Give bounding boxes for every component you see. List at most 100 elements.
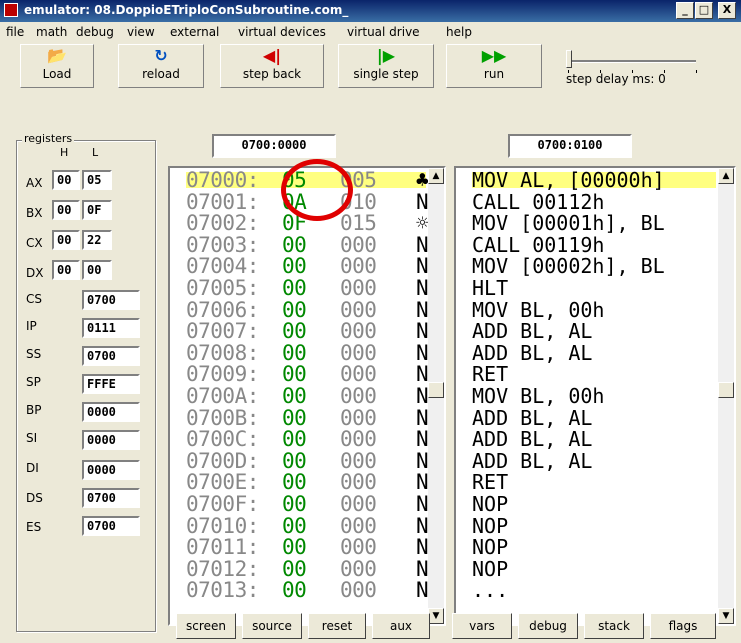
disassembly-row[interactable]: ADD BL, AL	[472, 343, 716, 363]
disassembly-row[interactable]: MOV BL, 00h	[472, 300, 716, 320]
disassembly-row[interactable]: NOP	[472, 537, 716, 557]
flags-button[interactable]: flags	[650, 613, 716, 639]
register-bp-field[interactable]: 0000	[82, 402, 140, 422]
menu-virtual-devices[interactable]: virtual devices	[238, 25, 326, 39]
disassembly-row[interactable]: MOV [00001h], BL	[472, 213, 716, 233]
memory-address: 0700A:	[186, 384, 259, 408]
register-ah-field[interactable]: 00	[52, 170, 80, 190]
register-dl-field[interactable]: 00	[82, 260, 112, 280]
registers-group-title: registers	[22, 132, 75, 145]
step-delay-slider-track[interactable]	[568, 60, 696, 63]
disassembly-panel[interactable]: MOV AL, [00000h] CALL 00112h MOV [00001h],…	[454, 166, 736, 626]
menu-file[interactable]: file	[6, 25, 24, 39]
memory-decimal-value: 000	[340, 276, 377, 300]
disassembly-row[interactable]: HLT	[472, 278, 716, 298]
scroll-thumb[interactable]	[718, 382, 734, 398]
scroll-down-icon[interactable]: ▼	[428, 608, 444, 624]
register-sp-field[interactable]: FFFE	[82, 374, 140, 394]
step-delay-slider-thumb[interactable]	[566, 50, 572, 68]
disassembly-row[interactable]: RET	[472, 364, 716, 384]
disassembly-row[interactable]: ADD BL, AL	[472, 321, 716, 341]
memory-row[interactable]: 07013:00000NU	[186, 578, 441, 603]
register-si-field[interactable]: 0000	[82, 430, 140, 450]
stack-button[interactable]: stack	[584, 613, 644, 639]
menu-debug[interactable]: debug	[76, 25, 114, 39]
disassembly-address-field[interactable]: 0700:0100	[508, 134, 632, 158]
menu-view[interactable]: view	[127, 25, 155, 39]
menu-math[interactable]: math	[36, 25, 67, 39]
disassembly-row[interactable]: CALL 00119h	[472, 235, 716, 255]
memory-row[interactable]: 0700B:00000NU	[186, 407, 441, 428]
memory-decimal-value: 000	[340, 578, 377, 603]
screen-button[interactable]: screen	[176, 613, 236, 639]
memory-row[interactable]: 07004:00000NU	[186, 256, 441, 277]
memory-row[interactable]: 07006:00000NU	[186, 299, 441, 320]
memory-scrollbar[interactable]: ▲ ▼	[428, 168, 444, 624]
disassembly-row[interactable]: ADD BL, AL	[472, 408, 716, 428]
register-es-field[interactable]: 0700	[82, 516, 140, 536]
memory-row[interactable]: 0700A:00000NU	[186, 386, 441, 407]
scroll-down-icon[interactable]: ▼	[718, 608, 734, 624]
disassembly-row[interactable]: ...	[472, 580, 716, 600]
memory-row[interactable]: 0700C:00000NU	[186, 429, 441, 450]
minimize-button[interactable]: _	[676, 2, 694, 19]
vars-button[interactable]: vars	[452, 613, 512, 639]
register-cs-field[interactable]: 0700	[82, 290, 140, 310]
scroll-up-icon[interactable]: ▲	[718, 168, 734, 184]
register-cl-field[interactable]: 22	[82, 230, 112, 250]
step-back-button[interactable]: ◀| step back	[220, 44, 324, 88]
register-dh-field[interactable]: 00	[52, 260, 80, 280]
single-step-button[interactable]: |▶ single step	[338, 44, 434, 88]
memory-hex-value: 00	[282, 492, 307, 516]
disassembly-row[interactable]: MOV AL, [00000h]	[472, 170, 716, 190]
register-label-es: ES	[26, 520, 42, 534]
memory-row[interactable]: 07007:00000NU	[186, 321, 441, 342]
memory-panel[interactable]: 07000:05005♣07001:0A010NL07002:0F015☼070…	[168, 166, 446, 626]
disassembly-row[interactable]: RET	[472, 472, 716, 492]
register-di-field[interactable]: 0000	[82, 460, 140, 480]
disassembly-row[interactable]: NOP	[472, 559, 716, 579]
source-button[interactable]: source	[242, 613, 302, 639]
memory-row[interactable]: 0700E:00000NU	[186, 472, 441, 493]
disassembly-row[interactable]: NOP	[472, 516, 716, 536]
disassembly-row[interactable]: MOV [00002h], BL	[472, 256, 716, 276]
disassembly-row[interactable]: NOP	[472, 494, 716, 514]
memory-row[interactable]: 07011:00000NU	[186, 537, 441, 558]
register-bh-field[interactable]: 00	[52, 200, 80, 220]
memory-row[interactable]: 07010:00000NU	[186, 515, 441, 536]
memory-address-field[interactable]: 0700:0000	[212, 134, 336, 158]
load-button[interactable]: 📂 Load	[20, 44, 94, 88]
aux-button[interactable]: aux	[372, 613, 430, 639]
memory-row[interactable]: 07009:00000NU	[186, 362, 441, 387]
register-ip-field[interactable]: 0111	[82, 318, 140, 338]
scroll-up-icon[interactable]: ▲	[428, 168, 444, 184]
memory-row[interactable]: 07003:00000NU	[186, 234, 441, 255]
disassembly-row[interactable]: CALL 00112h	[472, 192, 716, 212]
memory-row[interactable]: 07005:00000NU	[186, 276, 441, 300]
memory-row[interactable]: 0700F:00000NU	[186, 492, 441, 516]
disassembly-scrollbar[interactable]: ▲ ▼	[718, 168, 734, 624]
register-al-field[interactable]: 05	[82, 170, 112, 190]
close-button[interactable]: X	[718, 2, 736, 19]
menu-help[interactable]: help	[446, 25, 472, 39]
menu-external[interactable]: external	[170, 25, 219, 39]
memory-row[interactable]: 07012:00000NU	[186, 558, 441, 579]
memory-address: 07008:	[186, 340, 259, 365]
disassembly-row[interactable]: MOV BL, 00h	[472, 386, 716, 406]
memory-row[interactable]: 0700D:00000NU	[186, 450, 441, 471]
reload-button[interactable]: ↻ reload	[118, 44, 204, 88]
register-ds-field[interactable]: 0700	[82, 488, 140, 508]
register-ch-field[interactable]: 00	[52, 230, 80, 250]
menu-virtual-drive[interactable]: virtual drive	[347, 25, 420, 39]
memory-hex-value: 00	[282, 362, 307, 387]
disassembly-row[interactable]: ADD BL, AL	[472, 451, 716, 471]
debug-button[interactable]: debug	[518, 613, 578, 639]
maximize-button[interactable]: □	[695, 2, 713, 19]
scroll-thumb[interactable]	[428, 382, 444, 398]
register-ss-field[interactable]: 0700	[82, 346, 140, 366]
run-button[interactable]: ▶▶ run	[446, 44, 542, 88]
reset-button[interactable]: reset	[308, 613, 366, 639]
register-bl-field[interactable]: 0F	[82, 200, 112, 220]
memory-row[interactable]: 07008:00000NU	[186, 342, 441, 363]
disassembly-row[interactable]: ADD BL, AL	[472, 429, 716, 449]
